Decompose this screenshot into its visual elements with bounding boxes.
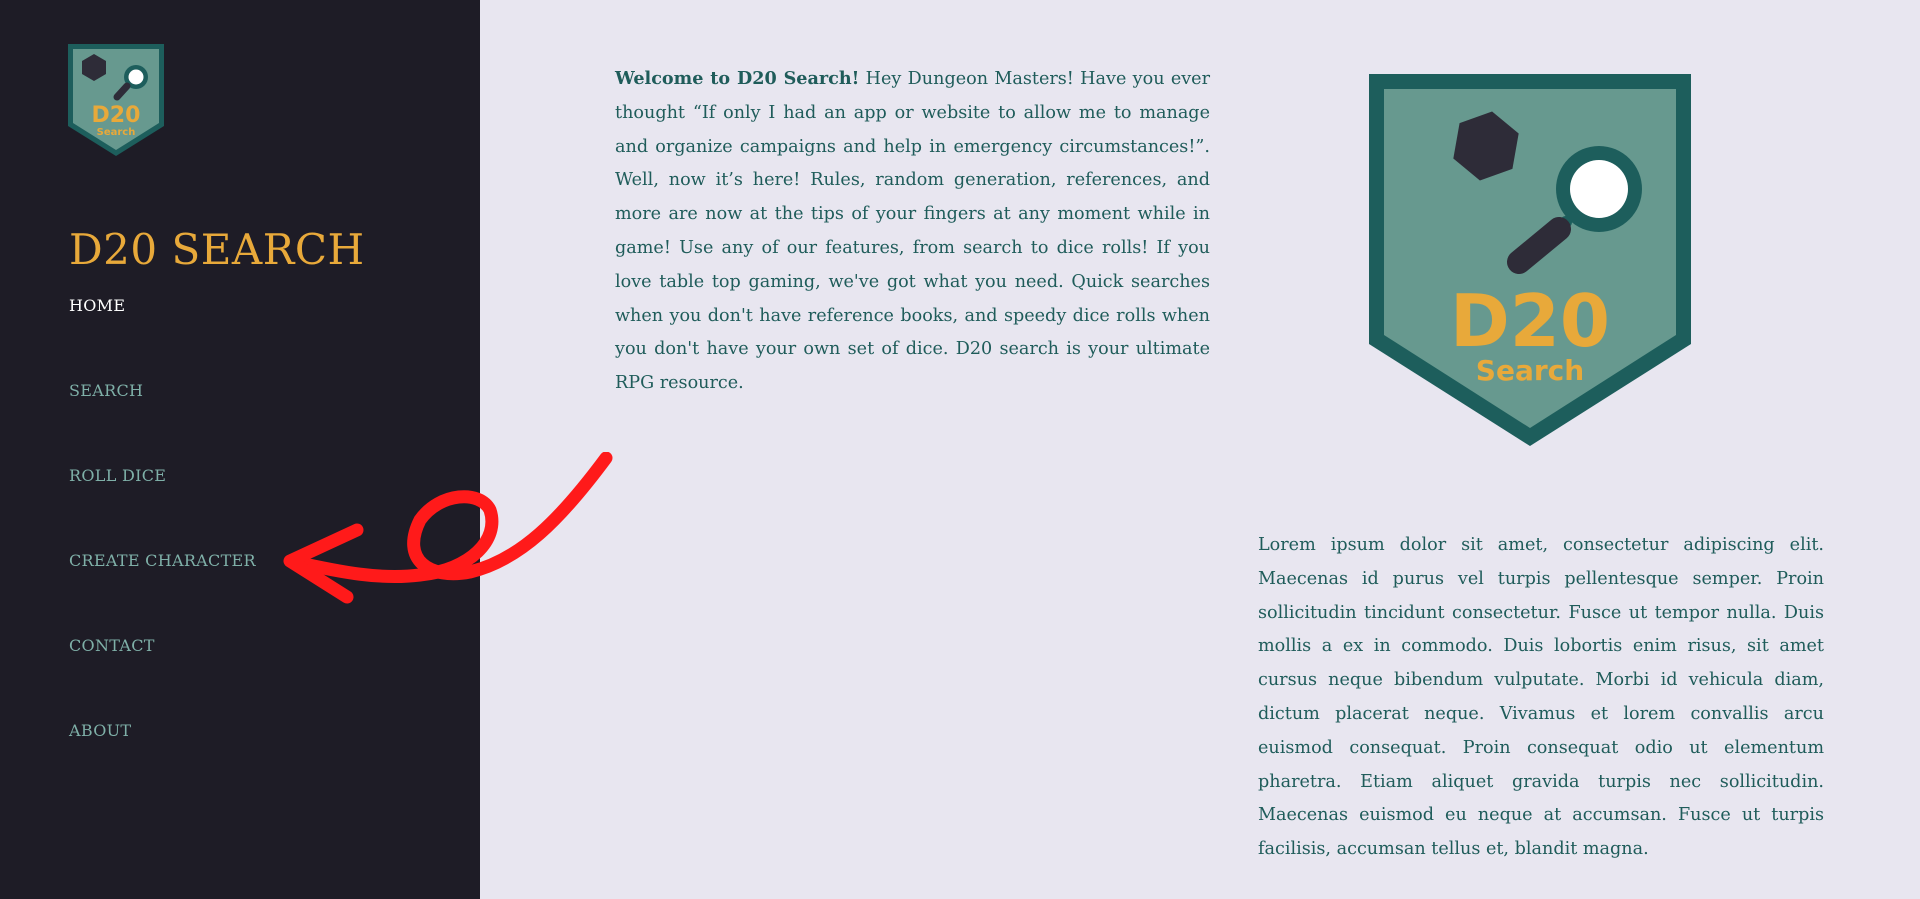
- nav-roll-dice[interactable]: ROLL DICE: [69, 466, 166, 485]
- large-logo-text-d20: D20: [1450, 279, 1610, 363]
- main-content: Welcome to D20 Search! Hey Dungeon Maste…: [480, 0, 1920, 899]
- nav-create-character[interactable]: CREATE CHARACTER: [69, 551, 256, 570]
- nav-home[interactable]: HOME: [69, 296, 125, 315]
- nav-about[interactable]: ABOUT: [69, 721, 131, 740]
- sidebar: D20 Search D20 SEARCH HOME SEARCH ROLL D…: [0, 0, 480, 899]
- logo-text-d20: D20: [92, 103, 141, 128]
- nav-search[interactable]: SEARCH: [69, 381, 143, 400]
- d20-search-logo-large-icon: D20 Search: [1369, 74, 1691, 446]
- intro-heading: Welcome to D20 Search!: [615, 68, 860, 89]
- site-title: D20 SEARCH: [69, 225, 365, 274]
- intro-text: Hey Dungeon Masters! Have you ever thoug…: [615, 69, 1210, 394]
- large-logo-text-search: Search: [1476, 354, 1584, 387]
- lorem-paragraph: Lorem ipsum dolor sit amet, consectetur …: [1258, 535, 1824, 860]
- intro-paragraph: Welcome to D20 Search! Hey Dungeon Maste…: [615, 62, 1210, 401]
- nav-contact[interactable]: CONTACT: [69, 636, 155, 655]
- logo-text-search: Search: [97, 127, 136, 138]
- d20-search-logo-icon[interactable]: D20 Search: [66, 42, 166, 158]
